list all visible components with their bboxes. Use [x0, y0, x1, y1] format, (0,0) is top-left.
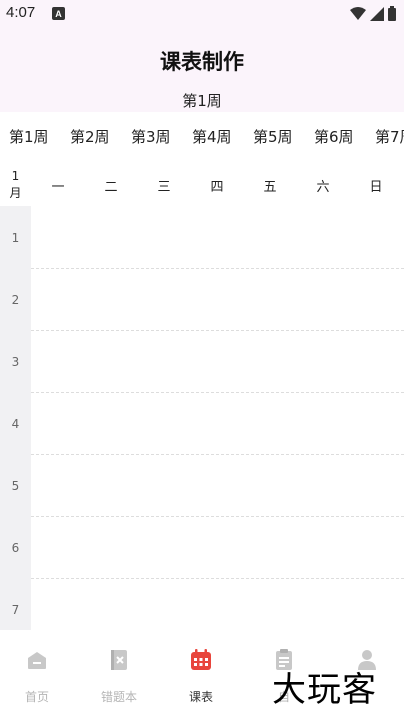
status-bar: 4:07 A [0, 0, 404, 28]
month-label: 1 月 [0, 168, 31, 202]
row-divider [31, 268, 404, 269]
error-book-icon [111, 650, 127, 670]
current-week-label: 第1周 [182, 92, 222, 110]
home-icon [28, 652, 46, 669]
watermark-logo: 大玩客 [272, 670, 377, 710]
period-column: 1 2 3 4 5 6 7 [0, 206, 31, 630]
row-divider [31, 516, 404, 517]
notification-a-icon: A [52, 7, 65, 20]
day-header-mon: 一 [51, 180, 65, 195]
row-divider [31, 330, 404, 331]
period-label: 3 [11, 355, 20, 369]
period-label: 7 [11, 603, 20, 617]
day-header-sat: 六 [316, 180, 330, 195]
nav-timetable[interactable]: 课表 [161, 648, 241, 705]
signal-icon [370, 6, 384, 21]
row-divider [31, 578, 404, 579]
period-label: 1 [11, 231, 20, 245]
week-tab-bar[interactable]: 第1周 第2周 第3周 第4周 第5周 第6周 第7周 [0, 112, 404, 160]
wifi-icon [350, 6, 366, 20]
page-header: 课表制作 第1周 [0, 28, 404, 112]
tab-week-3[interactable]: 第3周 [131, 126, 171, 147]
nav-label-error-book: 错题本 [100, 690, 137, 704]
tab-week-7[interactable]: 第7周 [375, 126, 404, 147]
month-number: 1 [11, 169, 20, 183]
month-unit: 月 [9, 186, 22, 200]
period-label: 5 [11, 479, 20, 493]
calendar-icon [191, 649, 211, 670]
day-header-fri: 五 [263, 180, 277, 195]
status-icons [350, 6, 396, 21]
day-header-sun: 日 [369, 180, 383, 195]
nav-label-timetable: 课表 [188, 690, 213, 704]
day-header-row: 1 月 一 二 三 四 五 六 日 [0, 160, 404, 206]
row-divider [31, 392, 404, 393]
timetable-grid[interactable]: 1 2 3 4 5 6 7 [0, 206, 404, 630]
tab-week-1[interactable]: 第1周 [9, 126, 49, 147]
status-time: 4:07 [6, 4, 36, 21]
tab-week-5[interactable]: 第5周 [253, 126, 293, 147]
nav-home[interactable]: 首页 [0, 648, 77, 705]
page-title: 课表制作 [160, 50, 244, 74]
period-label: 6 [11, 541, 20, 555]
nav-label-home: 首页 [24, 690, 49, 704]
day-header-wed: 三 [157, 180, 171, 195]
tab-week-6[interactable]: 第6周 [314, 126, 354, 147]
battery-icon [388, 6, 396, 21]
period-label: 4 [11, 417, 20, 431]
tab-week-2[interactable]: 第2周 [70, 126, 110, 147]
day-header-tue: 二 [104, 180, 118, 195]
row-divider [31, 454, 404, 455]
nav-error-book[interactable]: 错题本 [79, 648, 159, 705]
period-label: 2 [11, 293, 20, 307]
tab-week-4[interactable]: 第4周 [192, 126, 232, 147]
day-header-thu: 四 [210, 180, 224, 195]
